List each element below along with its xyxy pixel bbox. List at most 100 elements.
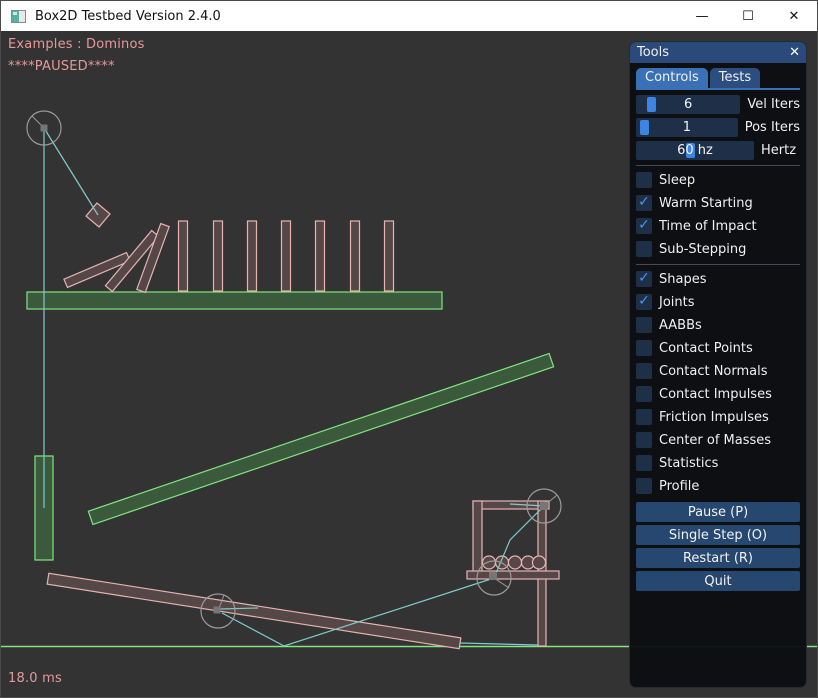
button-group: Pause (P) Single Step (O) Restart (R) Quit	[636, 502, 800, 591]
checkbox-sleep[interactable]	[636, 172, 652, 188]
upright-domino	[351, 221, 360, 291]
checkbox-contact-points[interactable]	[636, 340, 652, 356]
tools-panel: Tools ✕ ControlsTests 6 Vel Iters 1Pos Ite…	[629, 41, 807, 688]
checkbox-contact-impulses[interactable]	[636, 386, 652, 402]
checkbox-label: Warm Starting	[659, 196, 753, 211]
rack-left-post	[473, 501, 482, 578]
checkbox-label: Time of Impact	[659, 219, 757, 234]
upright-domino	[282, 221, 291, 291]
checkbox-group-sim: Sleep ✓ Warm Starting ✓ Time of Impact Sub-St…	[636, 172, 800, 257]
checkbox-label: Sub-Stepping	[659, 242, 746, 257]
checkbox-label: Contact Points	[659, 341, 753, 356]
slider-group: 6 Vel Iters 1Pos Iters 60 hz Hertz	[636, 95, 800, 160]
tools-panel-titlebar[interactable]: Tools ✕	[630, 42, 806, 63]
upright-domino	[179, 221, 188, 291]
checkbox-sub-stepping[interactable]	[636, 241, 652, 257]
checkbox-label: Profile	[659, 479, 699, 494]
frame-time-label: 18.0 ms	[8, 671, 62, 686]
checkbox-row-sub-stepping[interactable]: Sub-Stepping	[636, 241, 800, 257]
checkbox-label: Center of Masses	[659, 433, 771, 448]
window-title: Box2D Testbed Version 2.4.0	[35, 9, 221, 24]
checkbox-row-time-of-impact[interactable]: ✓ Time of Impact	[636, 218, 800, 234]
example-label: Examples : Dominos	[8, 37, 145, 52]
minimize-button[interactable]: —	[679, 1, 725, 31]
slider-vel-iters[interactable]: 6	[636, 95, 740, 114]
rack-ball	[483, 556, 496, 569]
rack-ball	[509, 556, 522, 569]
button-pause-p[interactable]: Pause (P)	[636, 502, 800, 522]
maximize-button[interactable]: ☐	[725, 1, 771, 31]
checkbox-warm-starting[interactable]: ✓	[636, 195, 652, 211]
app-icon	[11, 10, 26, 23]
checkbox-group-draw: ✓ Shapes ✓ Joints AABBs Contact Points Contact…	[636, 271, 800, 494]
checkbox-label: Contact Normals	[659, 364, 768, 379]
slider-label: Hertz	[761, 143, 796, 158]
upright-domino	[316, 221, 325, 291]
rack-shelf	[467, 571, 559, 579]
checkbox-label: AABBs	[659, 318, 702, 333]
checkbox-row-sleep[interactable]: Sleep	[636, 172, 800, 188]
slider-value: 6	[636, 95, 740, 114]
upright-domino	[385, 221, 394, 291]
joint-anchor	[214, 607, 221, 614]
seesaw-plank	[47, 573, 461, 648]
checkmark-icon: ✓	[638, 218, 650, 232]
checkbox-row-center-of-masses[interactable]: Center of Masses	[636, 432, 800, 448]
panel-close-icon[interactable]: ✕	[789, 46, 800, 59]
checkbox-profile[interactable]	[636, 478, 652, 494]
checkbox-row-profile[interactable]: Profile	[636, 478, 800, 494]
checkbox-statistics[interactable]	[636, 455, 652, 471]
upright-domino	[214, 221, 223, 291]
button-single-step-o[interactable]: Single Step (O)	[636, 525, 800, 545]
tab-bar: ControlsTests	[636, 68, 800, 90]
upright-domino	[248, 221, 257, 291]
checkbox-joints[interactable]: ✓	[636, 294, 652, 310]
checkbox-row-contact-impulses[interactable]: Contact Impulses	[636, 386, 800, 402]
tab-tests[interactable]: Tests	[710, 68, 760, 88]
checkbox-label: Joints	[659, 295, 695, 310]
checkbox-row-shapes[interactable]: ✓ Shapes	[636, 271, 800, 287]
domino-platform	[27, 292, 442, 309]
checkbox-row-joints[interactable]: ✓ Joints	[636, 294, 800, 310]
slider-value: 1	[636, 118, 738, 137]
checkmark-icon: ✓	[638, 294, 650, 308]
checkbox-friction-impulses[interactable]	[636, 409, 652, 425]
checkbox-row-contact-points[interactable]: Contact Points	[636, 340, 800, 356]
checkbox-row-friction-impulses[interactable]: Friction Impulses	[636, 409, 800, 425]
slider-row-hertz: 60 hz Hertz	[636, 141, 800, 160]
checkbox-shapes[interactable]: ✓	[636, 271, 652, 287]
checkbox-row-warm-starting[interactable]: ✓ Warm Starting	[636, 195, 800, 211]
separator	[636, 264, 800, 265]
checkbox-label: Sleep	[659, 173, 695, 188]
checkbox-label: Friction Impulses	[659, 410, 769, 425]
close-button[interactable]: ✕	[771, 1, 817, 31]
checkmark-icon: ✓	[638, 195, 650, 209]
slider-row-pos-iters: 1Pos Iters	[636, 118, 800, 137]
slider-value: 60 hz	[636, 141, 754, 160]
tab-controls[interactable]: Controls	[636, 68, 708, 88]
checkbox-row-contact-normals[interactable]: Contact Normals	[636, 363, 800, 379]
button-quit[interactable]: Quit	[636, 571, 800, 591]
checkmark-icon: ✓	[638, 271, 650, 285]
slider-pos-iters[interactable]: 1	[636, 118, 738, 137]
separator	[636, 165, 800, 166]
tilted-green-beam	[88, 354, 553, 525]
app-window: Box2D Testbed Version 2.4.0 — ☐ ✕ Exampl…	[0, 0, 818, 698]
slider-label: Vel Iters	[747, 97, 800, 112]
simulation-canvas[interactable]: Examples : Dominos ****PAUSED**** 18.0 m…	[1, 31, 818, 698]
checkbox-row-aabbs[interactable]: AABBs	[636, 317, 800, 333]
checkbox-row-statistics[interactable]: Statistics	[636, 455, 800, 471]
window-controls: — ☐ ✕	[679, 1, 817, 31]
button-restart-r[interactable]: Restart (R)	[636, 548, 800, 568]
checkbox-contact-normals[interactable]	[636, 363, 652, 379]
tools-panel-title: Tools	[637, 45, 789, 60]
checkbox-aabbs[interactable]	[636, 317, 652, 333]
checkbox-label: Statistics	[659, 456, 718, 471]
joint-line	[44, 128, 98, 215]
checkbox-center-of-masses[interactable]	[636, 432, 652, 448]
slider-hertz[interactable]: 60 hz	[636, 141, 754, 160]
checkbox-time-of-impact[interactable]: ✓	[636, 218, 652, 234]
checkbox-label: Shapes	[659, 272, 706, 287]
joint-anchor	[489, 572, 497, 580]
rack-ball	[533, 556, 546, 569]
